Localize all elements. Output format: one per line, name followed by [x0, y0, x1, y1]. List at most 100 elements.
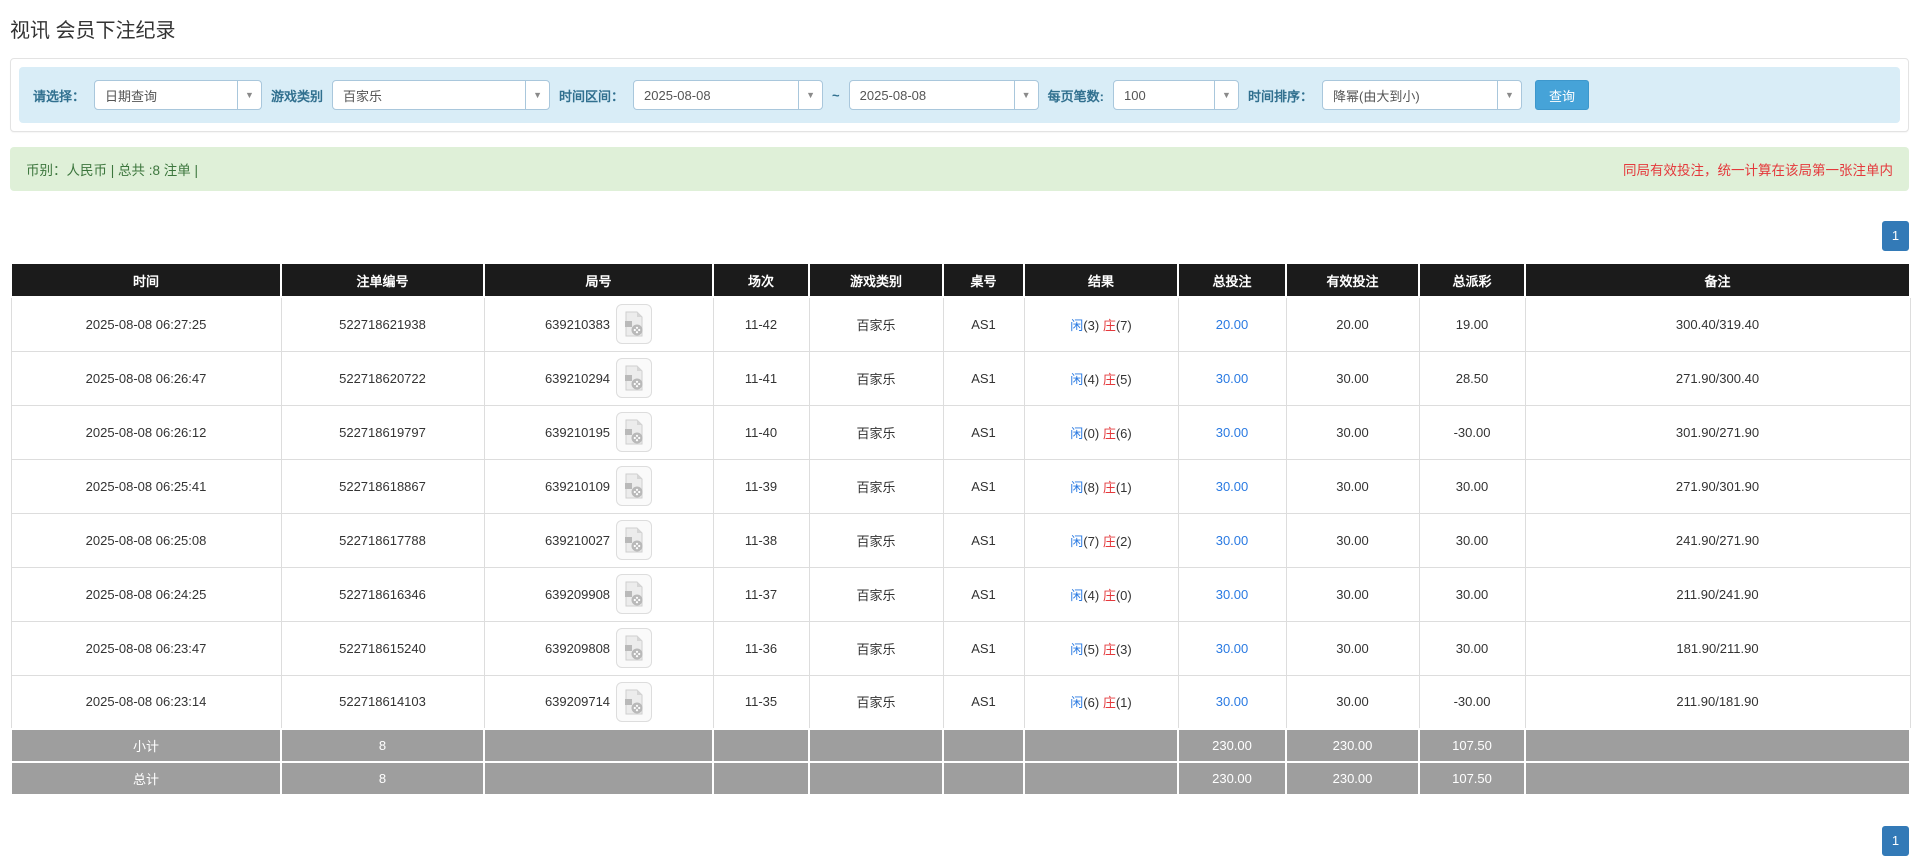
- remark-cell: 211.90/181.90: [1524, 674, 1911, 730]
- video-replay-button[interactable]: [616, 574, 653, 614]
- summary-cell-time: 总计: [10, 761, 282, 796]
- video-replay-button[interactable]: [616, 304, 653, 345]
- filter-panel: 请选择： 日期查询 ▼ 游戏类别 百家乐 ▼ 时间区间： 2025-08-08 …: [10, 58, 1909, 132]
- column-header-payout: 总派彩: [1418, 262, 1526, 298]
- date-to-select[interactable]: 2025-08-08 ▼: [848, 80, 1039, 110]
- column-header-time: 时间: [10, 262, 282, 298]
- valid-bet-cell: 30.00: [1285, 350, 1420, 406]
- video-replay-button[interactable]: [616, 681, 653, 722]
- game-type-value: 百家乐: [343, 88, 383, 104]
- player-result-label: 闲: [1070, 371, 1084, 387]
- game-type-cell: 百家乐: [808, 620, 944, 676]
- subtotal-row: 小计 8 230.00 230.00 107.50: [10, 728, 1911, 763]
- query-type-value: 日期查询: [105, 88, 158, 104]
- banker-result-label: 庄: [1102, 587, 1116, 603]
- banker-result-label: 庄: [1102, 641, 1116, 657]
- video-replay-button[interactable]: [616, 358, 653, 398]
- video-replay-button[interactable]: [616, 466, 653, 506]
- table-no-cell: AS1: [942, 620, 1025, 676]
- chevron-down-icon: ▼: [1013, 81, 1038, 109]
- search-button[interactable]: 查询: [1535, 80, 1590, 110]
- total-bet-link[interactable]: 30.00: [1216, 587, 1249, 602]
- query-type-select[interactable]: 日期查询 ▼: [94, 80, 263, 110]
- time-cell: 2025-08-08 06:24:25: [10, 566, 282, 622]
- total-bet-link[interactable]: 30.00: [1216, 533, 1249, 548]
- session-cell: 11-42: [712, 296, 810, 352]
- valid-bet-cell: 20.00: [1285, 296, 1420, 352]
- remark-cell: 301.90/271.90: [1524, 404, 1911, 460]
- total-bet-link[interactable]: 20.00: [1216, 317, 1249, 332]
- bet-id-cell: 522718614103: [280, 674, 485, 730]
- film-icon: [625, 689, 643, 715]
- table-no-cell: AS1: [942, 350, 1025, 406]
- bet-id-cell: 522718619797: [280, 404, 485, 460]
- session-cell: 11-35: [712, 674, 810, 730]
- bet-id-cell: 522718618867: [280, 458, 485, 514]
- film-icon: [625, 635, 643, 661]
- remark-cell: 271.90/300.40: [1524, 350, 1911, 406]
- film-icon: [625, 473, 643, 499]
- column-header-remark: 备注: [1524, 262, 1911, 298]
- banker-result-label: 庄: [1102, 479, 1116, 495]
- player-result-count: (4): [1083, 587, 1100, 603]
- round-id-cell: 639210294: [483, 350, 714, 406]
- payout-cell: 30.00: [1418, 620, 1526, 676]
- game-type-cell: 百家乐: [808, 404, 944, 460]
- column-header-valid-bet: 有效投注: [1285, 262, 1420, 298]
- summary-cell-round-id: [483, 728, 714, 763]
- banker-result-count: (1): [1115, 479, 1132, 495]
- table-no-cell: AS1: [942, 674, 1025, 730]
- payout-cell: -30.00: [1418, 674, 1526, 730]
- time-cell: 2025-08-08 06:25:08: [10, 512, 282, 568]
- table-no-cell: AS1: [942, 296, 1025, 352]
- player-result-label: 闲: [1070, 479, 1084, 495]
- table-no-cell: AS1: [942, 566, 1025, 622]
- summary-cell-bet-id: 8: [280, 761, 485, 796]
- remark-cell: 271.90/301.90: [1524, 458, 1911, 514]
- page-size-select[interactable]: 100 ▼: [1112, 80, 1239, 110]
- total-bet-link[interactable]: 30.00: [1216, 479, 1249, 494]
- page-1-button[interactable]: 1: [1882, 221, 1909, 251]
- total-bet-cell: 30.00: [1177, 458, 1287, 514]
- round-id-wrap: 639210109: [545, 466, 653, 506]
- banker-result-count: (5): [1115, 371, 1132, 387]
- summary-cell-result: [1023, 761, 1179, 796]
- round-id-text: 639209808: [544, 640, 611, 656]
- video-replay-button[interactable]: [616, 412, 653, 452]
- round-id-text: 639210027: [544, 532, 611, 548]
- banker-result-count: (1): [1115, 695, 1132, 711]
- round-id-text: 639210195: [544, 424, 611, 440]
- round-id-wrap: 639210383: [544, 304, 653, 345]
- time-cell: 2025-08-08 06:23:47: [10, 620, 282, 676]
- time-sort-select[interactable]: 降幂(由大到小) ▼: [1322, 80, 1522, 110]
- column-header-game-type: 游戏类别: [808, 262, 944, 298]
- date-from-select[interactable]: 2025-08-08 ▼: [633, 80, 824, 110]
- grand-total-row: 总计 8 230.00 230.00 107.50: [10, 761, 1911, 796]
- round-id-wrap: 639210027: [544, 520, 653, 560]
- total-bet-link[interactable]: 30.00: [1216, 371, 1249, 386]
- total-bet-link[interactable]: 30.00: [1216, 694, 1249, 709]
- game-type-cell: 百家乐: [808, 566, 944, 622]
- date-to-value: 2025-08-08: [859, 87, 927, 103]
- game-type-select[interactable]: 百家乐 ▼: [332, 80, 551, 110]
- time-cell: 2025-08-08 06:27:25: [10, 296, 282, 352]
- page-title: 视讯 会员下注纪录: [10, 20, 176, 42]
- time-sort-value: 降幂(由大到小): [1333, 88, 1420, 104]
- result-cell: 闲(4) 庄(0): [1023, 566, 1179, 622]
- player-result-count: (0): [1083, 425, 1100, 441]
- page-1-button[interactable]: 1: [1882, 826, 1909, 856]
- pagination-top: 1: [10, 221, 1909, 251]
- column-header-total-bet: 总投注: [1177, 262, 1287, 298]
- round-id-cell: 639210027: [483, 512, 714, 568]
- round-id-cell: 639209808: [483, 620, 714, 676]
- query-type-label: 请选择：: [33, 88, 86, 104]
- summary-cell-round-id: [483, 761, 714, 796]
- total-bet-link[interactable]: 30.00: [1216, 641, 1249, 656]
- total-bet-cell: 30.00: [1177, 404, 1287, 460]
- film-icon: [625, 419, 643, 445]
- video-replay-button[interactable]: [616, 520, 653, 560]
- total-bet-link[interactable]: 30.00: [1216, 425, 1249, 440]
- result-cell: 闲(6) 庄(1): [1023, 674, 1179, 730]
- round-id-text: 639210383: [544, 316, 611, 332]
- video-replay-button[interactable]: [616, 628, 653, 668]
